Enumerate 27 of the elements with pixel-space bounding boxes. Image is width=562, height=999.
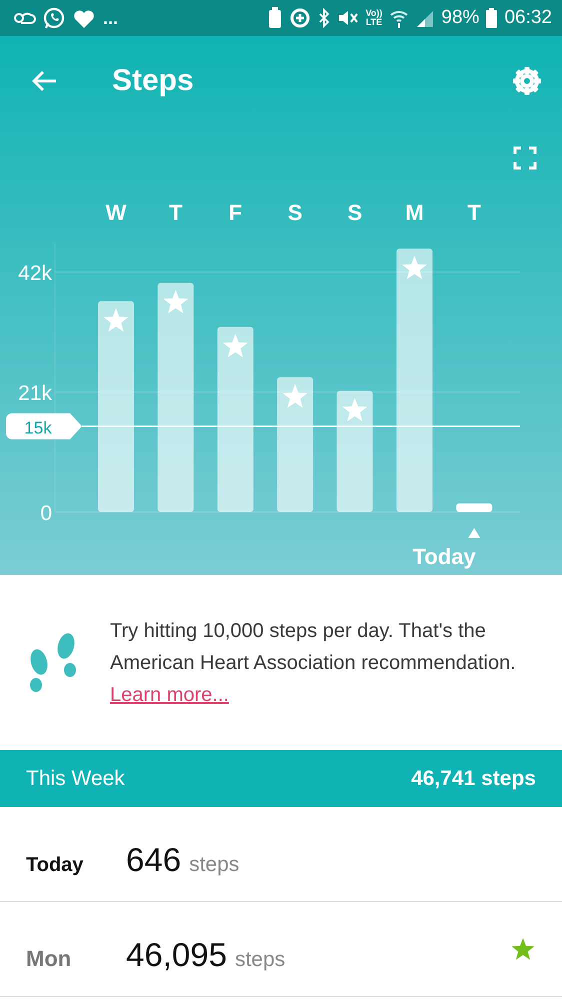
day-label: S [288,200,302,225]
week-label: This Week [26,766,125,790]
step-count: 646 [126,841,182,879]
day-label: F [228,200,242,225]
step-unit: steps [189,853,240,877]
axis-tick-label: 42k [18,262,52,285]
axis-tick-label: 0 [40,502,52,525]
day-label: T [467,200,481,225]
clock-time: 06:32 [504,7,552,29]
goal-line: 15k [6,413,520,440]
day-label: M [405,200,424,225]
tip-text: Try hitting 10,000 steps per day. That's the American Heart Association recommendation. Learn more... [110,618,517,708]
battery-level: 98% [441,7,480,29]
day-label: W [106,200,126,225]
network-type-label: Vo)) LTE [366,9,382,27]
screen-title: Steps [112,64,195,98]
ref-line-label: 15k [24,418,52,438]
step-count: 46,095 [126,936,227,974]
axis-tick-label: 21k [18,382,52,405]
day-name: Mon [26,946,72,972]
day-label: S [347,200,362,225]
step-unit: steps [234,948,286,972]
week-total: 46,741 steps [411,766,536,790]
more-notifications: ... [103,9,118,27]
today-label: Today [412,544,476,569]
day-label: T [168,200,182,225]
day-name: Today [26,854,84,877]
